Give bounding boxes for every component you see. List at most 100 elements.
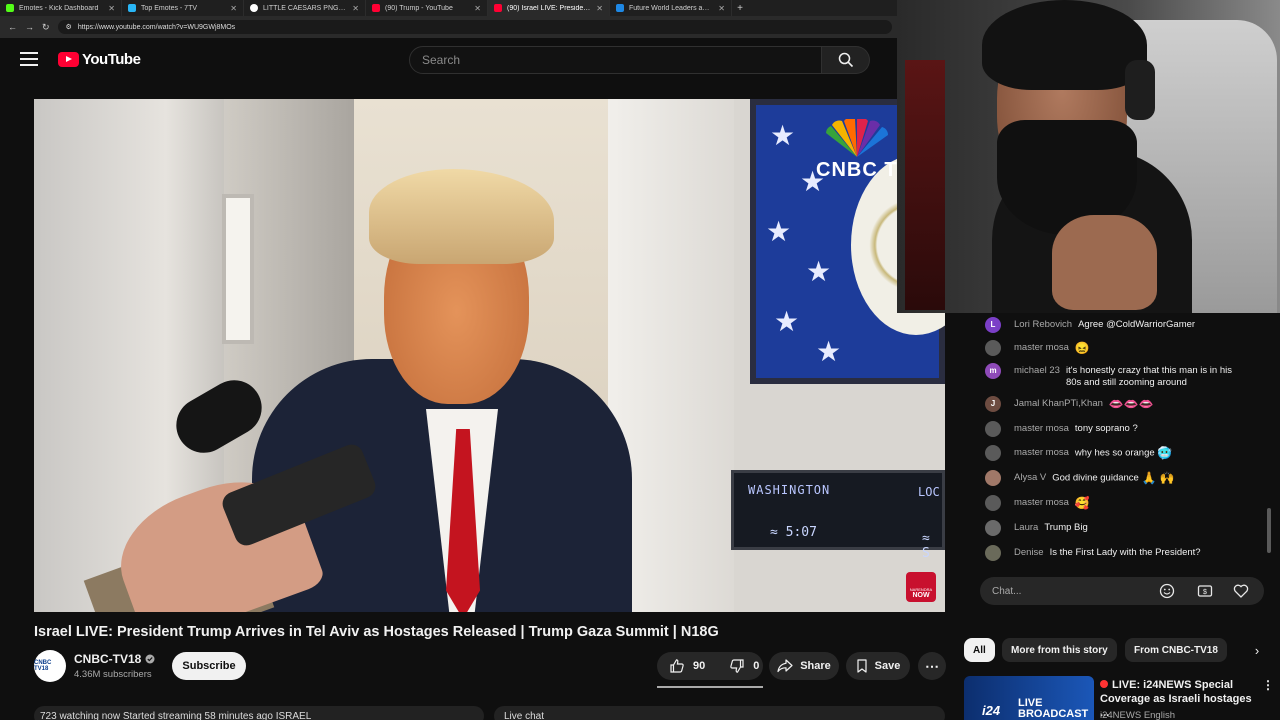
favicon-icon xyxy=(128,4,136,12)
super-chat-icon[interactable]: $ xyxy=(1196,582,1214,600)
avatar[interactable] xyxy=(985,520,1001,536)
reload-icon[interactable]: ↻ xyxy=(42,22,50,33)
screen: Emotes - Kick Dashboard ✕ Top Emotes - 7… xyxy=(0,0,1280,720)
chat-author[interactable]: Denise xyxy=(1014,547,1044,559)
now-badge: NARENDRA NOW xyxy=(906,572,936,602)
streamer-webcam xyxy=(897,0,1280,313)
emote-icon: 😖 xyxy=(1074,341,1090,355)
chevron-right-icon[interactable]: › xyxy=(1248,640,1266,660)
subscriber-count: 4.36M subscribers xyxy=(74,669,152,680)
menu-icon[interactable] xyxy=(20,52,38,66)
chat-author[interactable]: Laura xyxy=(1014,522,1038,534)
close-icon[interactable]: ✕ xyxy=(352,4,359,13)
chat-author[interactable]: Jamal KhanPTi,Khan xyxy=(1014,398,1103,410)
tab-label: Top Emotes - 7TV xyxy=(141,4,198,12)
clock-time-2: ≈ S xyxy=(922,531,930,561)
close-icon[interactable]: ✕ xyxy=(474,4,481,13)
avatar[interactable] xyxy=(985,340,1001,356)
address-bar[interactable]: ⚙ https://www.youtube.com/watch?v=WU9GWj… xyxy=(57,20,892,34)
subscribe-button[interactable]: Subscribe xyxy=(172,652,246,680)
chat-message: m michael 23 it's honestly crazy that th… xyxy=(985,363,1265,395)
chat-text: Agree @ColdWarriorGamer xyxy=(1078,319,1196,330)
close-icon[interactable]: ✕ xyxy=(230,4,237,13)
chat-scrollbar[interactable] xyxy=(1267,508,1271,553)
chat-author[interactable]: master mosa xyxy=(1014,447,1069,459)
close-icon[interactable]: ✕ xyxy=(108,4,115,13)
recommendation-thumbnail[interactable]: i24 LIVE BROADCAST xyxy=(964,676,1094,720)
thumbnail-text: LIVE BROADCAST xyxy=(1018,697,1089,720)
chat-author[interactable]: master mosa xyxy=(1014,342,1069,354)
chat-input[interactable] xyxy=(992,585,1152,597)
browser-tab[interactable]: Future World Leaders and Their F ✕ xyxy=(610,0,732,16)
tab-label: (90) Trump - YouTube xyxy=(385,4,453,12)
new-tab-icon[interactable]: + xyxy=(732,3,748,14)
youtube-play-icon xyxy=(58,52,79,67)
chat-message: master mosa 🥰 xyxy=(985,495,1265,519)
avatar[interactable] xyxy=(985,445,1001,461)
chat-message: Denise Is the First Lady with the Presid… xyxy=(985,545,1265,569)
browser-tab-active[interactable]: (90) Israel LIVE: President Trump ✕ xyxy=(488,0,610,16)
emote-icon: 👄👄👄 xyxy=(1108,397,1154,411)
verified-icon xyxy=(145,654,155,664)
heart-icon[interactable] xyxy=(1232,582,1250,600)
chat-author[interactable]: master mosa xyxy=(1014,497,1069,509)
chat-author[interactable]: michael 23 xyxy=(1014,365,1060,377)
close-icon[interactable]: ✕ xyxy=(596,4,603,13)
emote-icon: 🥰 xyxy=(1074,496,1090,510)
channel-name[interactable]: CNBC-TV18 xyxy=(74,652,155,666)
chip-all[interactable]: All xyxy=(964,638,995,662)
browser-tab[interactable]: (90) Trump - YouTube ✕ xyxy=(366,0,488,16)
cnbc-peacock-icon xyxy=(826,119,889,157)
youtube-logo[interactable]: YouTube xyxy=(58,51,141,68)
chip-more-from-story[interactable]: More from this story xyxy=(1002,638,1117,662)
close-icon[interactable]: ✕ xyxy=(718,4,725,13)
chat-text: Trump Big xyxy=(1044,522,1088,533)
search-button[interactable] xyxy=(822,46,870,74)
kebab-menu-icon[interactable]: ⋮ xyxy=(1262,678,1274,694)
recommendation-channel[interactable]: i24NEWS English xyxy=(1100,710,1175,720)
chat-text: why hes so orange 🥶 xyxy=(1074,446,1173,460)
dislike-button[interactable]: 0 xyxy=(717,652,771,680)
clock-city: WASHINGTON xyxy=(748,483,831,497)
back-icon[interactable]: ← xyxy=(8,22,17,32)
thumbs-up-icon xyxy=(670,659,684,673)
chat-input-wrapper[interactable] xyxy=(985,579,1160,603)
avatar[interactable] xyxy=(985,470,1001,486)
chat-message: master mosa 😖 xyxy=(985,340,1265,364)
clock-time: ≈ 5:07 xyxy=(770,525,817,540)
channel-avatar[interactable]: CNBC TV18 xyxy=(34,650,66,682)
more-actions-icon[interactable]: ⋯ xyxy=(918,652,946,680)
save-button[interactable]: Save xyxy=(846,652,910,680)
avatar[interactable] xyxy=(985,545,1001,561)
browser-tab[interactable]: Top Emotes - 7TV ✕ xyxy=(122,0,244,16)
share-button[interactable]: Share xyxy=(769,652,839,680)
search-input[interactable] xyxy=(422,53,809,67)
video-player[interactable]: ★ ★ ★ ★ ★ ★ CNBC TV WASHINGTON LOC ≈ 5:0… xyxy=(34,99,945,612)
like-dislike-group: 90 0 xyxy=(657,652,763,680)
avatar[interactable]: m xyxy=(985,363,1001,379)
chat-author[interactable]: master mosa xyxy=(1014,423,1069,435)
video-description-header[interactable]: 723 watching now Started streaming 58 mi… xyxy=(34,706,484,720)
tab-label: Future World Leaders and Their F xyxy=(629,4,713,12)
browser-tab[interactable]: Emotes - Kick Dashboard ✕ xyxy=(0,0,122,16)
site-info-icon[interactable]: ⚙ xyxy=(66,23,72,31)
live-chat-header[interactable]: Live chat xyxy=(494,706,945,720)
favicon-icon xyxy=(372,4,380,12)
chat-text: God divine guidance 🙏 🙌 xyxy=(1052,471,1175,485)
like-button[interactable]: 90 xyxy=(657,652,717,680)
chat-author[interactable]: Lori Rebovich xyxy=(1014,319,1072,331)
avatar[interactable]: L xyxy=(985,317,1001,333)
avatar[interactable] xyxy=(985,421,1001,437)
chip-from-channel[interactable]: From CNBC-TV18 xyxy=(1125,638,1227,662)
chat-author[interactable]: Alysa V xyxy=(1014,472,1046,484)
clock-city-2: LOC xyxy=(918,485,940,499)
search-box[interactable] xyxy=(409,46,822,74)
avatar[interactable]: J xyxy=(985,396,1001,412)
emoji-picker-icon[interactable] xyxy=(1158,582,1176,600)
avatar[interactable] xyxy=(985,495,1001,511)
video-title: Israel LIVE: President Trump Arrives in … xyxy=(34,624,719,640)
favicon-icon xyxy=(616,4,624,12)
forward-icon[interactable]: → xyxy=(25,22,34,32)
chat-text: 👄👄👄 xyxy=(1109,398,1154,411)
browser-tab[interactable]: LITTLE CAESARS PNG - Google Se ✕ xyxy=(244,0,366,16)
